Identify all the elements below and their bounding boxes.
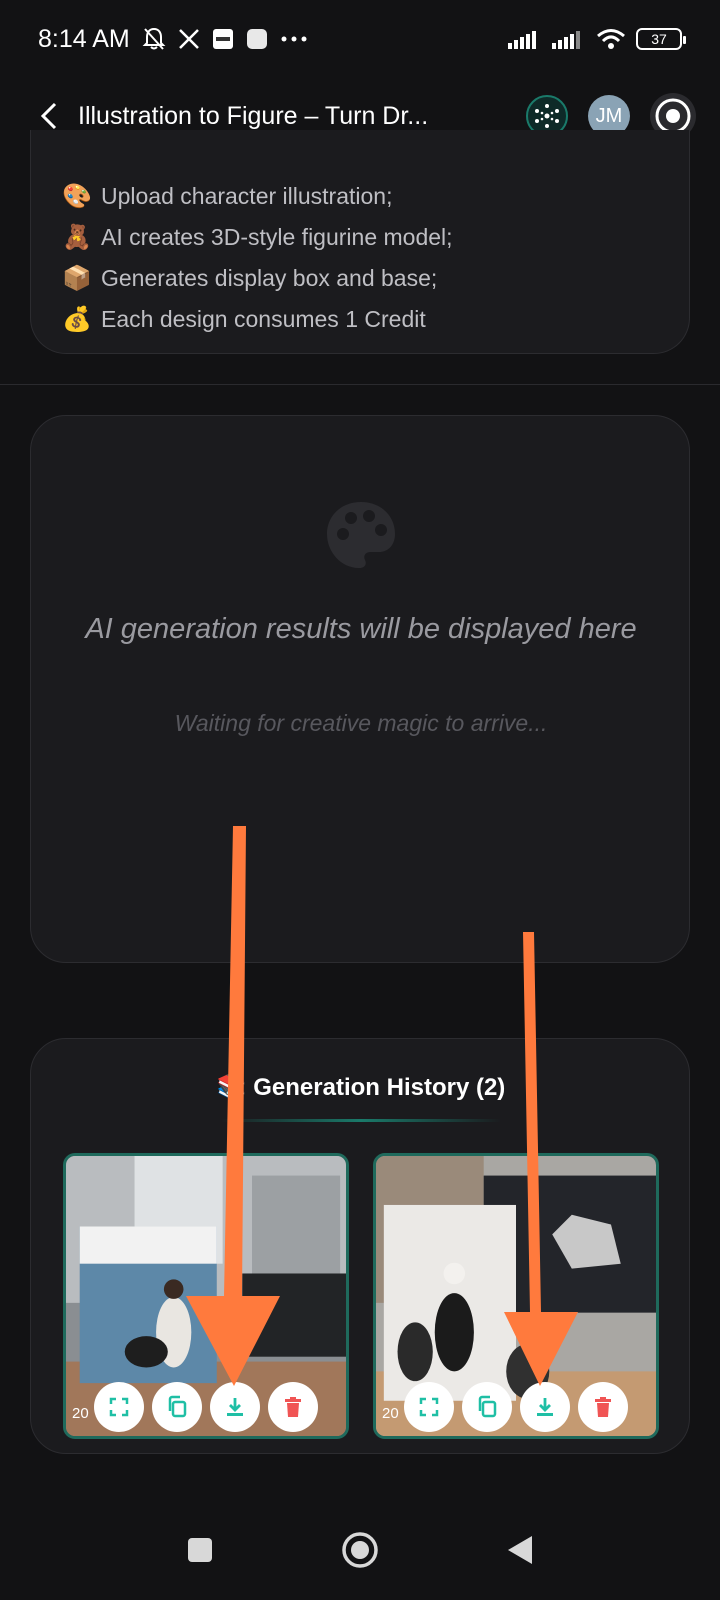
copy-button[interactable] (152, 1382, 202, 1432)
fullscreen-icon (109, 1397, 129, 1417)
trash-icon (285, 1397, 301, 1417)
download-icon (537, 1398, 553, 1416)
info-line: 💰 Each design consumes 1 Credit (61, 299, 659, 340)
feature-info-card: 🎨 Upload character illustration; 🧸 AI cr… (30, 130, 690, 354)
download-button[interactable] (520, 1382, 570, 1432)
wifi-icon (596, 28, 626, 50)
info-line: 🧸 AI creates 3D-style figurine model; (61, 217, 659, 258)
delete-button[interactable] (578, 1382, 628, 1432)
app-notification-icon (246, 28, 268, 50)
chevron-left-icon (40, 102, 57, 130)
result-placeholder-title: AI generation results will be displayed … (85, 613, 637, 645)
clock: 8:14 AM (38, 24, 130, 53)
square-icon (188, 1538, 212, 1562)
recents-button[interactable] (175, 1525, 225, 1575)
teddy-bear-emoji-icon: 🧸 (62, 224, 92, 251)
home-button[interactable] (335, 1525, 385, 1575)
info-text: AI creates 3D-style figurine model; (101, 224, 453, 250)
info-text: Each design consumes 1 Credit (101, 306, 426, 332)
sparkle-network-icon (535, 104, 559, 128)
signal-icon-2 (552, 29, 586, 49)
status-bar: 8:14 AM 37 (0, 0, 720, 78)
info-line: 📦 Generates display box and base; (61, 258, 659, 299)
signal-icon (508, 29, 542, 49)
system-nav-bar (0, 1500, 720, 1600)
package-emoji-icon: 📦 (62, 265, 92, 292)
result-placeholder-subtitle: Waiting for creative magic to arrive... (174, 710, 548, 736)
mute-bell-icon (142, 26, 166, 52)
annotation-arrow (186, 826, 280, 1386)
x-app-icon (178, 28, 200, 50)
battery-indicator: 37 (636, 28, 686, 50)
page-title: Illustration to Figure – Turn Dr... (78, 101, 429, 130)
fullscreen-button[interactable] (94, 1382, 144, 1432)
generation-history-card: 📚 Generation History (2) 20 (30, 1038, 690, 1454)
section-divider (0, 384, 720, 385)
download-button[interactable] (210, 1382, 260, 1432)
history-title: 📚 Generation History (2) (31, 1073, 691, 1102)
trash-icon (595, 1397, 611, 1417)
copy-button[interactable] (462, 1382, 512, 1432)
info-text: Upload character illustration; (101, 183, 393, 209)
info-text: Generates display box and base; (101, 265, 438, 291)
fullscreen-icon (419, 1397, 439, 1417)
money-bag-emoji-icon: 💰 (62, 306, 92, 333)
fullscreen-button[interactable] (404, 1382, 454, 1432)
history-title-text: Generation History (2) (253, 1074, 506, 1101)
palette-emoji-icon: 🎨 (62, 183, 92, 210)
history-item-actions (94, 1382, 318, 1432)
info-line: 🎨 Upload character illustration; (61, 176, 659, 217)
result-placeholder-card: AI generation results will be displayed … (30, 415, 690, 963)
back-nav-button[interactable] (495, 1525, 545, 1575)
more-notifications-icon (280, 35, 308, 43)
annotation-arrow (504, 932, 578, 1386)
copy-icon (168, 1395, 187, 1418)
bybit-app-icon (212, 28, 234, 50)
triangle-back-icon (508, 1536, 532, 1564)
delete-button[interactable] (268, 1382, 318, 1432)
history-item-date: 20 (72, 1405, 89, 1422)
history-item-date: 20 (382, 1405, 399, 1422)
history-item-actions (404, 1382, 628, 1432)
palette-icon (327, 502, 395, 568)
home-circle-icon (342, 1532, 378, 1568)
download-icon (227, 1398, 243, 1416)
copy-icon (478, 1395, 497, 1418)
